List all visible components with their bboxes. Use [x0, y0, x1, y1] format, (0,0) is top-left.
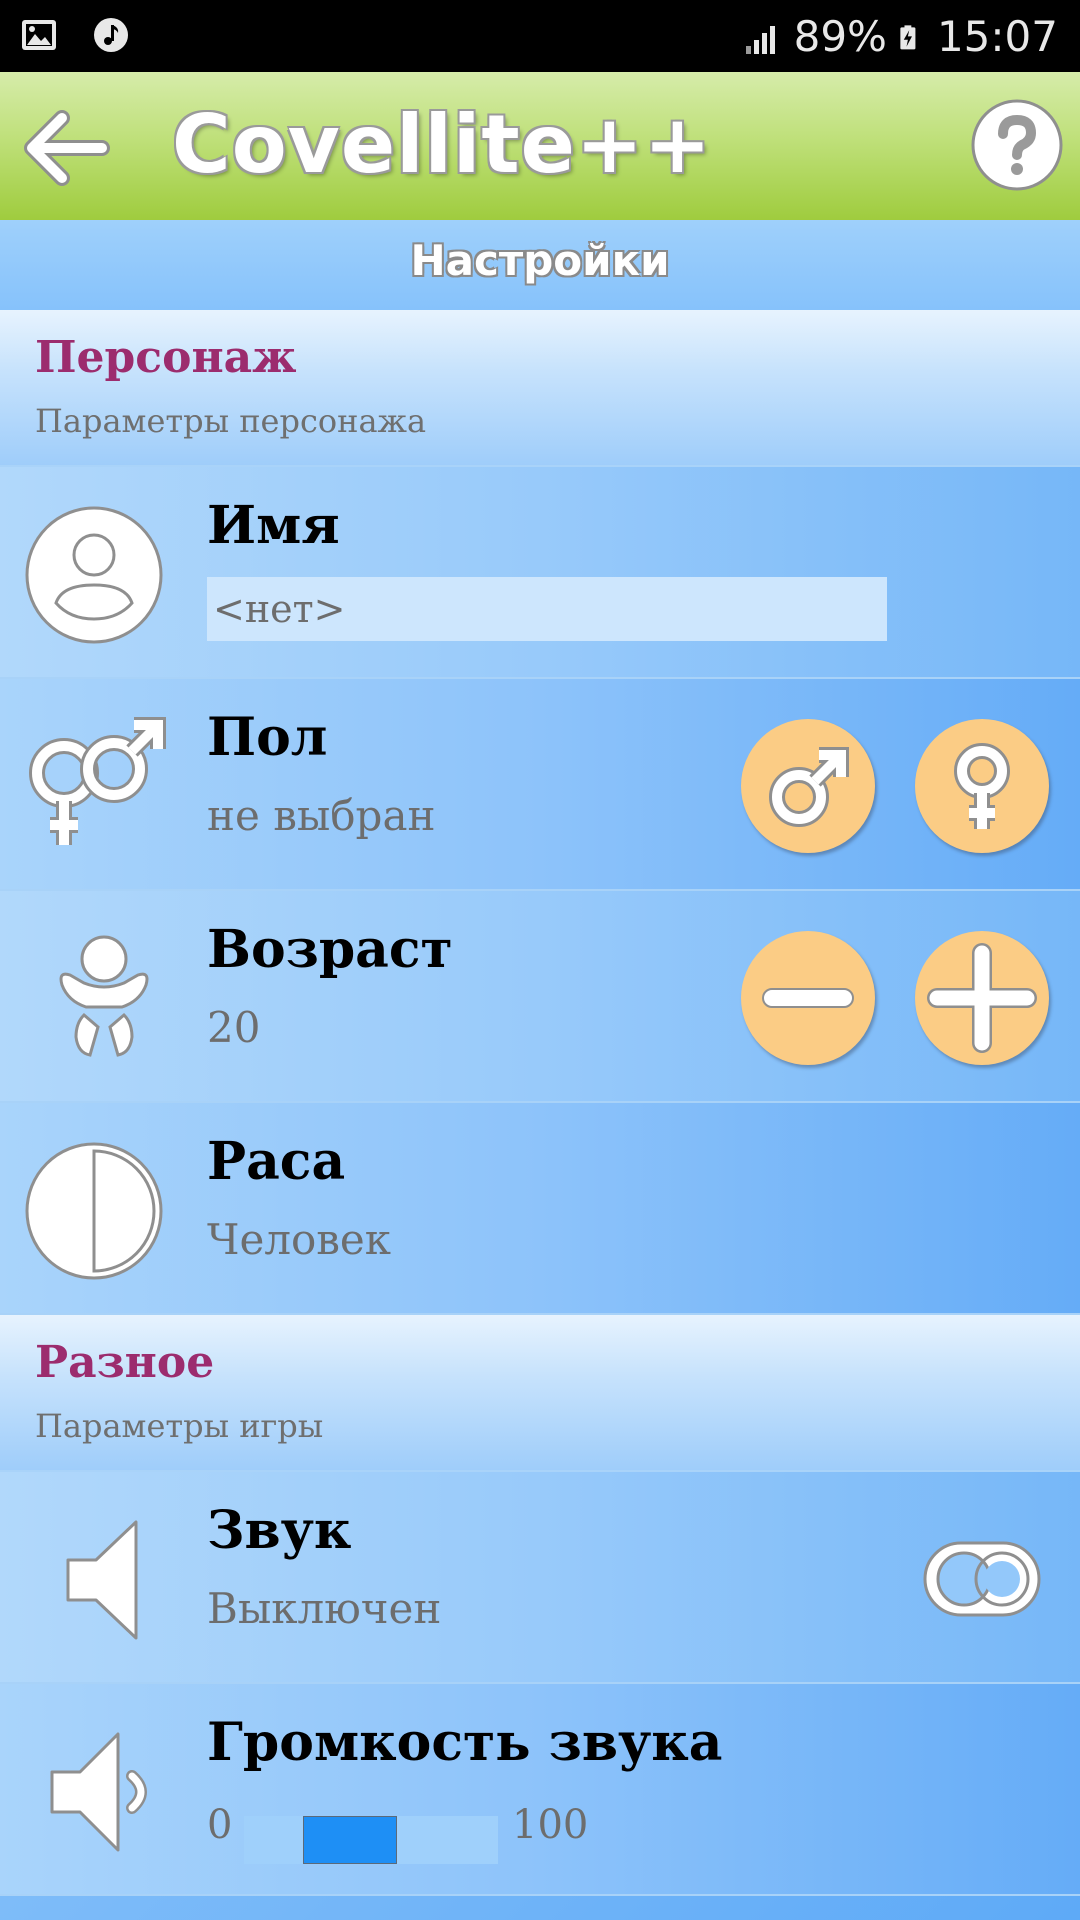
page-title: Настройки [410, 236, 670, 285]
question-circle-icon[interactable] [970, 98, 1064, 192]
section-title: Разное [35, 1337, 215, 1388]
male-button[interactable] [741, 719, 875, 853]
section-subtitle: Параметры игры [35, 1407, 324, 1445]
setting-row-sound: Звук Выключен [0, 1472, 1080, 1684]
volume-label: Громкость звука [207, 1712, 723, 1773]
age-label: Возраст [207, 919, 453, 980]
app-bar: Covellite++ [0, 72, 1080, 220]
sound-label: Звук [207, 1500, 352, 1561]
increase-age-button[interactable] [915, 931, 1049, 1065]
setting-row-name: Имя <нет> [0, 467, 1080, 679]
speaker-muted-icon [66, 1520, 138, 1640]
status-bar: 89% 15:07 [0, 0, 1080, 72]
setting-row-volume: Громкость звука 0 100 [0, 1684, 1080, 1896]
minus-icon [762, 988, 854, 1008]
baby-icon [59, 935, 149, 1057]
age-value: 20 [207, 1003, 261, 1052]
sound-toggle[interactable] [922, 1540, 1042, 1618]
plus-icon [927, 943, 1037, 1053]
gender-symbols-icon [29, 717, 166, 845]
volume-slider-thumb[interactable] [303, 1816, 397, 1864]
battery-percent: 89% [793, 12, 887, 61]
name-field[interactable]: <нет> [207, 577, 887, 641]
gender-value: не выбран [207, 791, 436, 840]
music-notification-icon [94, 18, 128, 52]
arrow-left-icon[interactable] [18, 102, 110, 194]
section-misc: Разное Параметры игры [0, 1315, 1080, 1472]
section-title: Персонаж [35, 332, 297, 383]
decrease-age-button[interactable] [741, 931, 875, 1065]
female-symbol-icon [954, 743, 1010, 829]
volume-min-label: 0 [207, 1802, 233, 1848]
gender-label: Пол [207, 707, 328, 768]
app-title: Covellite++ [172, 98, 712, 191]
name-label: Имя [207, 495, 340, 556]
race-label: Раса [207, 1131, 346, 1192]
page-header: Настройки [0, 220, 1080, 310]
setting-row-race: Раса Человек [0, 1103, 1080, 1315]
sound-value: Выключен [207, 1584, 442, 1633]
setting-row-age: Возраст 20 [0, 891, 1080, 1103]
half-circle-icon [25, 1142, 163, 1280]
user-avatar-icon [25, 506, 163, 644]
female-button[interactable] [915, 719, 1049, 853]
race-value: Человек [207, 1215, 392, 1264]
battery-charging-icon [900, 24, 916, 49]
clock: 15:07 [936, 12, 1058, 61]
section-character: Персонаж Параметры персонажа [0, 310, 1080, 467]
setting-row-gender: Пол не выбран [0, 679, 1080, 891]
volume-slider[interactable] [244, 1816, 498, 1864]
section-subtitle: Параметры персонажа [35, 402, 427, 440]
speaker-volume-icon [50, 1732, 147, 1852]
signal-icon [745, 25, 775, 54]
image-notification-icon [22, 20, 56, 50]
volume-max-label: 100 [512, 1802, 589, 1848]
male-symbol-icon [769, 747, 849, 827]
